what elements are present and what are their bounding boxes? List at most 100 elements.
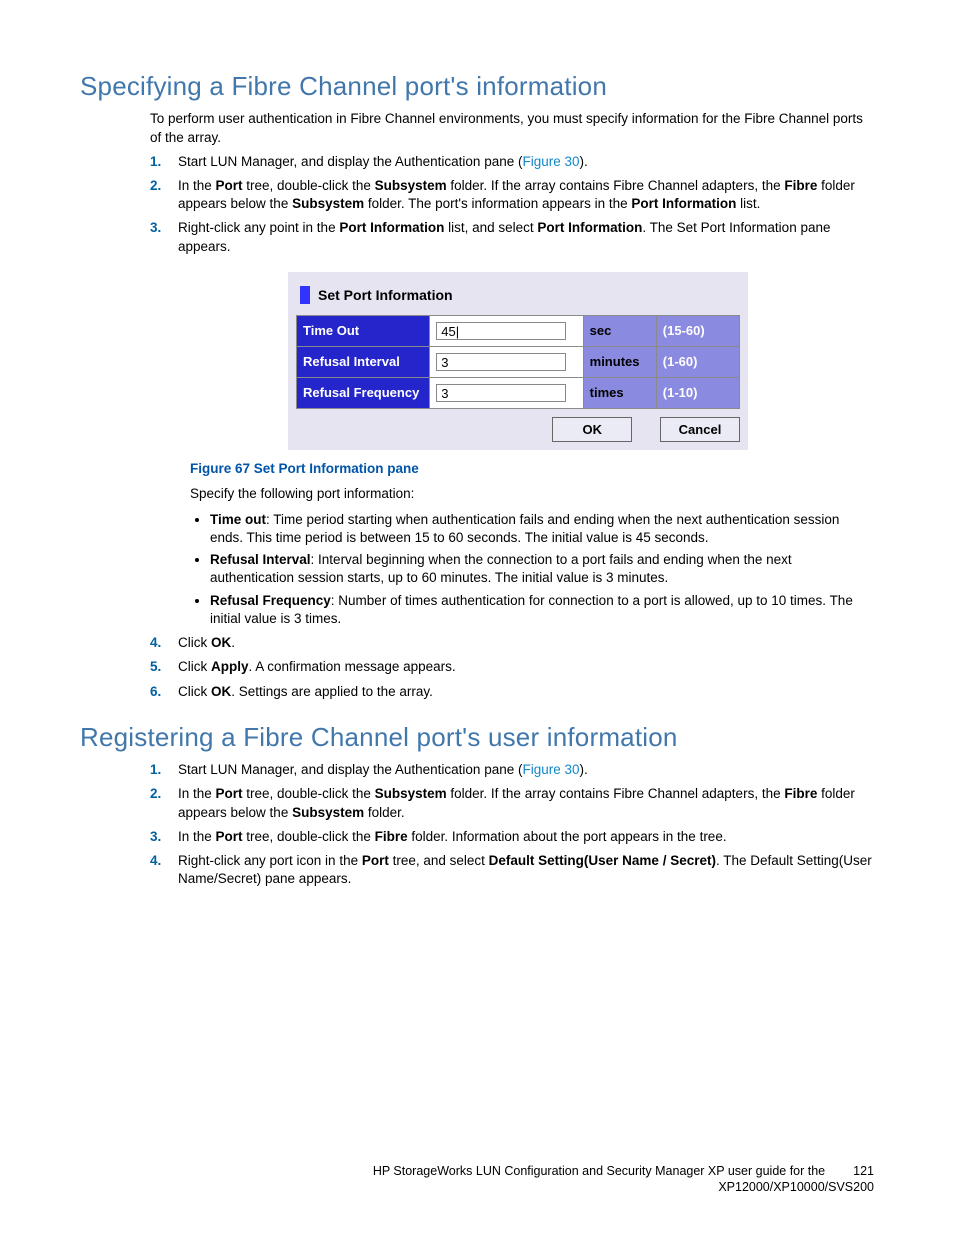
figure-30-link[interactable]: Figure 30	[522, 154, 579, 169]
text: tree, double-click the	[243, 829, 375, 844]
row-refusal-interval: Refusal Interval 3 minutes (1-60)	[297, 346, 740, 377]
unit-refusal-frequency: times	[583, 377, 656, 408]
text: tree, double-click the	[243, 786, 375, 801]
range-refusal-interval: (1-60)	[656, 346, 739, 377]
s2-step1: Start LUN Manager, and display the Authe…	[150, 761, 874, 779]
text: tree, and select	[389, 853, 489, 868]
cancel-button[interactable]: Cancel	[660, 417, 740, 443]
input-refusal-interval-cell: 3	[430, 346, 583, 377]
text: In the	[178, 178, 216, 193]
text: Start LUN Manager, and display the Authe…	[178, 154, 522, 169]
text: : Time period starting when authenticati…	[210, 512, 839, 545]
text: . A confirmation message appears.	[249, 659, 456, 674]
s1-step1: Start LUN Manager, and display the Authe…	[150, 153, 874, 171]
bullet-timeout: Time out: Time period starting when auth…	[210, 511, 874, 547]
section2-steps: Start LUN Manager, and display the Authe…	[150, 761, 874, 888]
bold: OK	[211, 635, 231, 650]
text: folder. The port's information appears i…	[364, 196, 631, 211]
text: tree, double-click the	[243, 178, 375, 193]
bold: Port	[216, 178, 243, 193]
row-refusal-frequency: Refusal Frequency 3 times (1-10)	[297, 377, 740, 408]
input-timeout[interactable]: 45|	[436, 322, 566, 340]
s1-step5: Click Apply. A confirmation message appe…	[150, 658, 874, 676]
s2-step2: In the Port tree, double-click the Subsy…	[150, 785, 874, 821]
bullet-refusal-frequency: Refusal Frequency: Number of times authe…	[210, 592, 874, 628]
input-refusal-frequency[interactable]: 3	[436, 384, 566, 402]
bold: Port Information	[537, 220, 642, 235]
range-refusal-frequency: (1-10)	[656, 377, 739, 408]
footer-line2: XP12000/XP10000/SVS200	[718, 1180, 874, 1194]
label-refusal-frequency: Refusal Frequency	[297, 377, 430, 408]
section2-title: Registering a Fibre Channel port's user …	[80, 719, 874, 755]
text: In the	[178, 829, 216, 844]
text: ).	[580, 154, 588, 169]
s1-step2: In the Port tree, double-click the Subsy…	[150, 177, 874, 213]
section1-intro: To perform user authentication in Fibre …	[150, 110, 874, 146]
bold: Default Setting(User Name / Secret)	[489, 853, 716, 868]
pane-title-marker-icon	[300, 286, 310, 304]
spec-desc: Specify the following port information:	[190, 485, 874, 503]
footer-line1: HP StorageWorks LUN Configuration and Se…	[373, 1164, 825, 1178]
pane-title-row: Set Port Information	[296, 280, 740, 315]
text: In the	[178, 786, 216, 801]
text: . Settings are applied to the array.	[231, 684, 433, 699]
figure-caption: Figure 67 Set Port Information pane	[190, 460, 874, 478]
bold: Port Information	[631, 196, 736, 211]
section1-title: Specifying a Fibre Channel port's inform…	[80, 68, 874, 104]
input-timeout-cell: 45|	[430, 315, 583, 346]
text: Right-click any point in the	[178, 220, 339, 235]
page-number: 121	[853, 1163, 874, 1179]
text: Start LUN Manager, and display the Authe…	[178, 762, 522, 777]
range-timeout: (15-60)	[656, 315, 739, 346]
unit-refusal-interval: minutes	[583, 346, 656, 377]
pane-title: Set Port Information	[318, 286, 453, 305]
bold: Refusal Frequency	[210, 593, 331, 608]
bold: Subsystem	[292, 805, 364, 820]
text: Click	[178, 635, 211, 650]
bold: Port	[216, 786, 243, 801]
pane-table: Time Out 45| sec (15-60) Refusal Interva…	[296, 315, 740, 409]
section1-steps: Start LUN Manager, and display the Authe…	[150, 153, 874, 701]
bold: Fibre	[375, 829, 408, 844]
bold: Fibre	[784, 178, 817, 193]
unit-timeout: sec	[583, 315, 656, 346]
bold: Port Information	[339, 220, 444, 235]
text: Click	[178, 684, 211, 699]
page-footer: HP StorageWorks LUN Configuration and Se…	[373, 1163, 874, 1196]
s1-step3: Right-click any point in the Port Inform…	[150, 219, 874, 628]
text: list.	[736, 196, 760, 211]
bold: Subsystem	[375, 786, 447, 801]
document-page: Specifying a Fibre Channel port's inform…	[0, 0, 954, 1235]
input-refusal-interval[interactable]: 3	[436, 353, 566, 371]
s2-step3: In the Port tree, double-click the Fibre…	[150, 828, 874, 846]
row-timeout: Time Out 45| sec (15-60)	[297, 315, 740, 346]
s1-step6: Click OK. Settings are applied to the ar…	[150, 683, 874, 701]
spec-bullets: Time out: Time period starting when auth…	[210, 511, 874, 628]
text: list, and select	[444, 220, 537, 235]
bold: Port	[362, 853, 389, 868]
ok-button[interactable]: OK	[552, 417, 632, 443]
set-port-info-pane: Set Port Information Time Out 45| sec (1…	[288, 272, 748, 450]
s1-step4: Click OK.	[150, 634, 874, 652]
text: Click	[178, 659, 211, 674]
text: folder. If the array contains Fibre Chan…	[447, 178, 785, 193]
bold: OK	[211, 684, 231, 699]
bold: Apply	[211, 659, 249, 674]
input-refusal-frequency-cell: 3	[430, 377, 583, 408]
text: folder. Information about the port appea…	[408, 829, 727, 844]
set-port-info-pane-wrap: Set Port Information Time Out 45| sec (1…	[288, 272, 874, 450]
bullet-refusal-interval: Refusal Interval: Interval beginning whe…	[210, 551, 874, 587]
label-timeout: Time Out	[297, 315, 430, 346]
bold: Subsystem	[292, 196, 364, 211]
text: Right-click any port icon in the	[178, 853, 362, 868]
bold: Refusal Interval	[210, 552, 311, 567]
text: folder.	[364, 805, 405, 820]
bold: Subsystem	[375, 178, 447, 193]
figure-30-link-2[interactable]: Figure 30	[522, 762, 579, 777]
text: folder. If the array contains Fibre Chan…	[447, 786, 785, 801]
bold: Fibre	[784, 786, 817, 801]
pane-buttons: OK Cancel	[296, 409, 740, 447]
s2-step4: Right-click any port icon in the Port tr…	[150, 852, 874, 888]
text: ).	[580, 762, 588, 777]
text: .	[231, 635, 235, 650]
